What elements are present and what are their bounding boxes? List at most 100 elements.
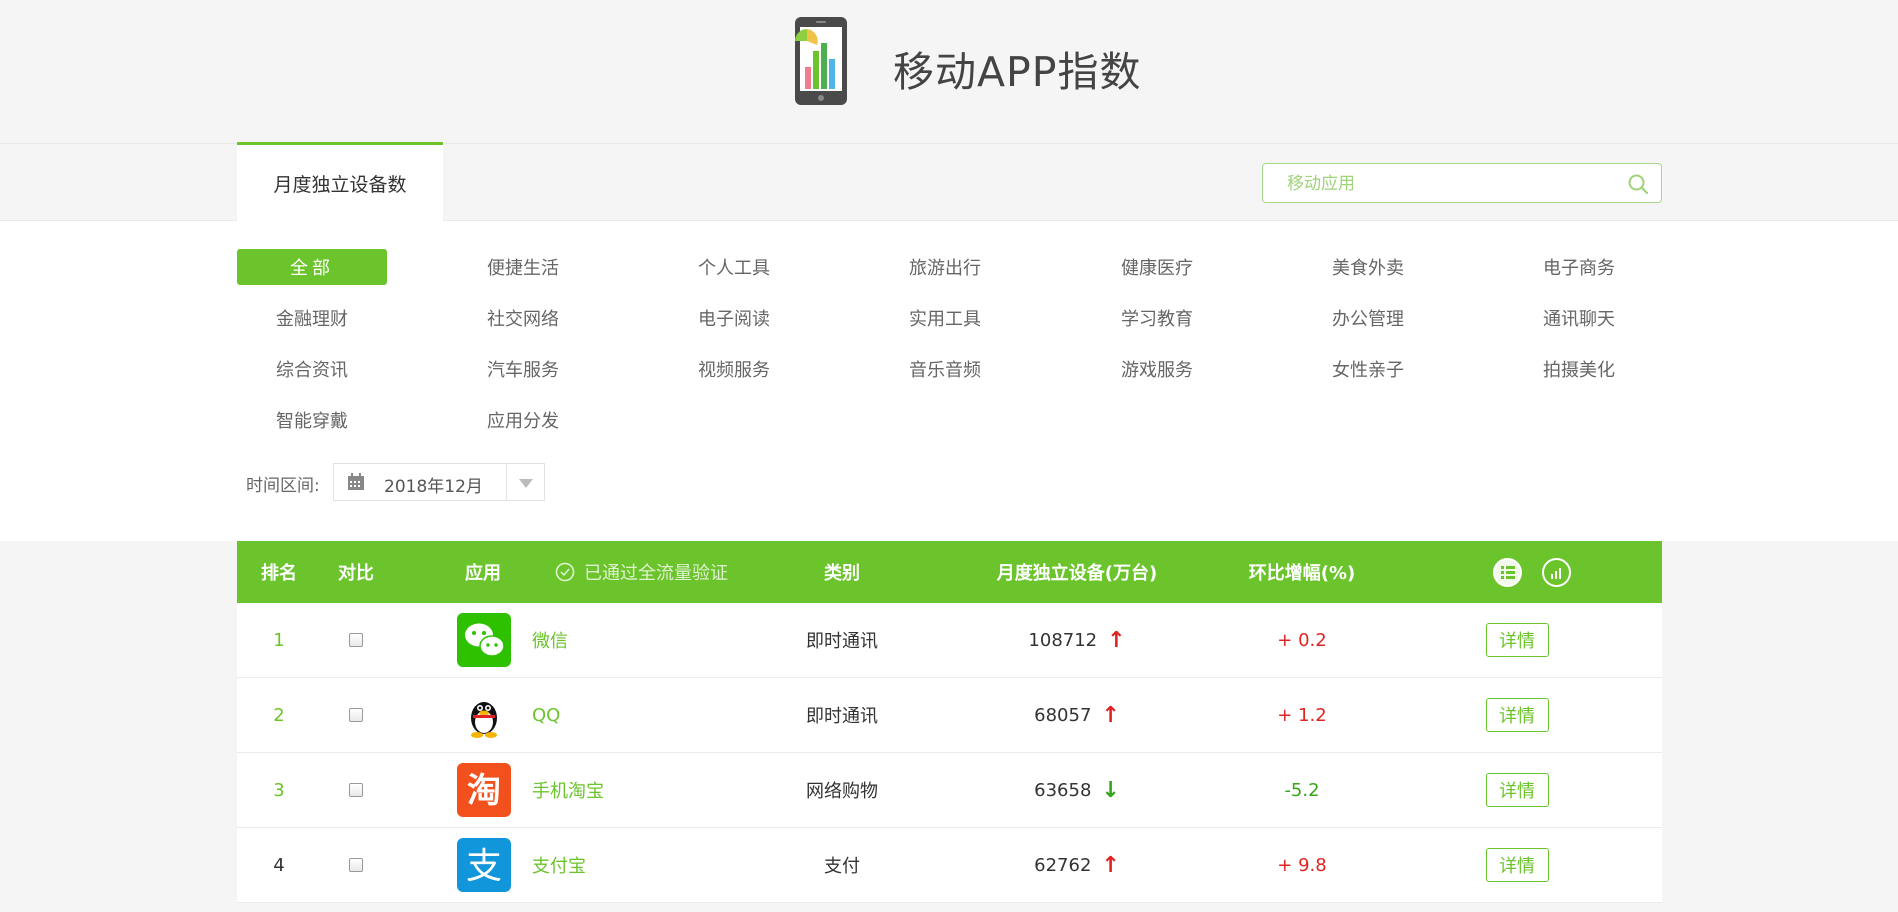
devices-value: 68057: [1034, 704, 1092, 726]
devices-cell: 62762 ↑: [977, 828, 1177, 902]
category-item[interactable]: 电子阅读: [659, 300, 809, 336]
detail-button[interactable]: 详情: [1485, 848, 1549, 882]
compare-checkbox-cell: [326, 753, 386, 827]
header-app: 应用: [465, 563, 501, 584]
trend-up-icon: ↑: [1101, 702, 1120, 728]
chevron-down-icon: [519, 479, 533, 488]
category-item[interactable]: 智能穿戴: [237, 402, 387, 438]
change-cell: -5.2: [1284, 779, 1320, 801]
category-item[interactable]: 电子商务: [1504, 249, 1654, 285]
tab-monthly-devices[interactable]: 月度独立设备数: [237, 142, 443, 222]
header-devices: 月度独立设备(万台): [996, 563, 1158, 584]
category-panel: 全部 便捷生活 个人工具 旅游出行 健康医疗 美食外卖 电子商务金融理财 社交网络 电子阅读 实用…: [0, 221, 1898, 541]
rank-cell: 1: [273, 629, 285, 651]
category-item[interactable]: 个人工具: [659, 249, 809, 285]
change-cell: + 9.8: [1277, 854, 1327, 876]
category-cell: 即时通讯: [806, 706, 878, 727]
category-item[interactable]: 社交网络: [448, 300, 598, 336]
category-item[interactable]: 旅游出行: [870, 249, 1020, 285]
rank-cell: 3: [273, 779, 285, 801]
category-item[interactable]: 办公管理: [1293, 300, 1443, 336]
list-view-icon[interactable]: [1493, 558, 1522, 587]
devices-value: 63658: [1034, 779, 1092, 801]
header-category: 类别: [824, 563, 860, 584]
category-item[interactable]: 综合资讯: [237, 351, 387, 387]
app-name-link[interactable]: 支付宝: [532, 828, 586, 902]
phone-chart-logo-icon: [795, 17, 847, 105]
qq-icon[interactable]: [457, 688, 511, 742]
compare-checkbox[interactable]: [349, 633, 363, 647]
detail-cell: 详情: [1467, 753, 1567, 827]
devices-value: 108712: [1028, 629, 1098, 651]
compare-checkbox[interactable]: [349, 708, 363, 722]
header-change: 环比增幅(%): [1248, 563, 1356, 584]
devices-cell: 68057 ↑: [977, 678, 1177, 752]
tab-bar: 月度独立设备数: [0, 142, 1898, 222]
detail-button[interactable]: 详情: [1485, 773, 1549, 807]
header-rank: 排名: [261, 563, 297, 584]
category-item[interactable]: 应用分发: [448, 402, 598, 438]
table-row: 4 支支付宝 支付 62762 ↑ + 9.8 详情: [237, 828, 1662, 903]
date-value: 2018年12月: [384, 477, 483, 497]
table-header: 排名 对比 应用 已通过全流量验证 类别 月度独立设备(万台) 环比增幅(%): [237, 541, 1662, 603]
table-row: 3 淘手机淘宝 网络购物 63658 ↓ -5.2 详情: [237, 753, 1662, 828]
search-icon[interactable]: [1627, 173, 1649, 195]
calendar-icon: [348, 473, 364, 490]
category-item[interactable]: 拍摄美化: [1504, 351, 1654, 387]
category-item[interactable]: 美食外卖: [1293, 249, 1443, 285]
verified-filter[interactable]: 已通过全流量验证: [555, 541, 728, 603]
category-item[interactable]: 通讯聊天: [1504, 300, 1654, 336]
svg-text:淘: 淘: [467, 771, 501, 811]
category-item[interactable]: 便捷生活: [448, 249, 598, 285]
detail-cell: 详情: [1467, 678, 1567, 752]
category-item[interactable]: 游戏服务: [1082, 351, 1232, 387]
page-title: 移动APP指数: [893, 48, 1142, 96]
category-all[interactable]: 全部: [237, 249, 387, 285]
header-compare: 对比: [338, 563, 374, 584]
table-row: 1 微信 即时通讯 108712 ↑ + 0.2 详情: [237, 603, 1662, 678]
chart-view-icon[interactable]: [1542, 558, 1571, 587]
time-range-label: 时间区间:: [246, 476, 320, 496]
category-item[interactable]: 学习教育: [1082, 300, 1232, 336]
app-name-link[interactable]: 手机淘宝: [532, 753, 604, 827]
page-header: 移动APP指数: [0, 0, 1898, 143]
app-name-link[interactable]: 微信: [532, 603, 568, 677]
detail-cell: 详情: [1467, 828, 1567, 902]
check-circle-icon: [555, 562, 575, 582]
detail-cell: 详情: [1467, 603, 1567, 677]
rank-cell: 4: [273, 854, 285, 876]
category-item[interactable]: 音乐音频: [870, 351, 1020, 387]
category-cell: 网络购物: [806, 781, 878, 802]
category-item[interactable]: 汽车服务: [448, 351, 598, 387]
change-cell: + 1.2: [1277, 704, 1327, 726]
compare-checkbox-cell: [326, 603, 386, 677]
category-item[interactable]: 视频服务: [659, 351, 809, 387]
trend-down-icon: ↓: [1101, 777, 1120, 803]
category-cell: 支付: [824, 856, 860, 877]
trend-up-icon: ↑: [1101, 852, 1120, 878]
svg-text:支: 支: [466, 846, 502, 887]
category-cell: 即时通讯: [806, 631, 878, 652]
date-dropdown-toggle[interactable]: [506, 464, 544, 500]
category-item[interactable]: 实用工具: [870, 300, 1020, 336]
category-item[interactable]: 金融理财: [237, 300, 387, 336]
compare-checkbox-cell: [326, 678, 386, 752]
date-picker[interactable]: 2018年12月: [333, 463, 545, 501]
compare-checkbox[interactable]: [349, 858, 363, 872]
verified-label: 已通过全流量验证: [584, 563, 728, 584]
detail-button[interactable]: 详情: [1485, 623, 1549, 657]
search-input[interactable]: [1287, 172, 1607, 196]
table-body: 1 微信 即时通讯 108712 ↑ + 0.2 详情 2 QQ 即时通讯 68057 ↑ + 1.2 详…: [237, 603, 1662, 903]
compare-checkbox[interactable]: [349, 783, 363, 797]
wechat-icon[interactable]: [457, 613, 511, 667]
detail-button[interactable]: 详情: [1485, 698, 1549, 732]
alipay-icon[interactable]: 支: [457, 838, 511, 892]
rank-cell: 2: [273, 704, 285, 726]
category-item[interactable]: 健康医疗: [1082, 249, 1232, 285]
category-item[interactable]: 女性亲子: [1293, 351, 1443, 387]
app-name-link[interactable]: QQ: [532, 678, 560, 752]
ranking-table: 排名 对比 应用 已通过全流量验证 类别 月度独立设备(万台) 环比增幅(%) …: [237, 541, 1662, 903]
devices-cell: 63658 ↓: [977, 753, 1177, 827]
compare-checkbox-cell: [326, 828, 386, 902]
taobao-icon[interactable]: 淘: [457, 763, 511, 817]
